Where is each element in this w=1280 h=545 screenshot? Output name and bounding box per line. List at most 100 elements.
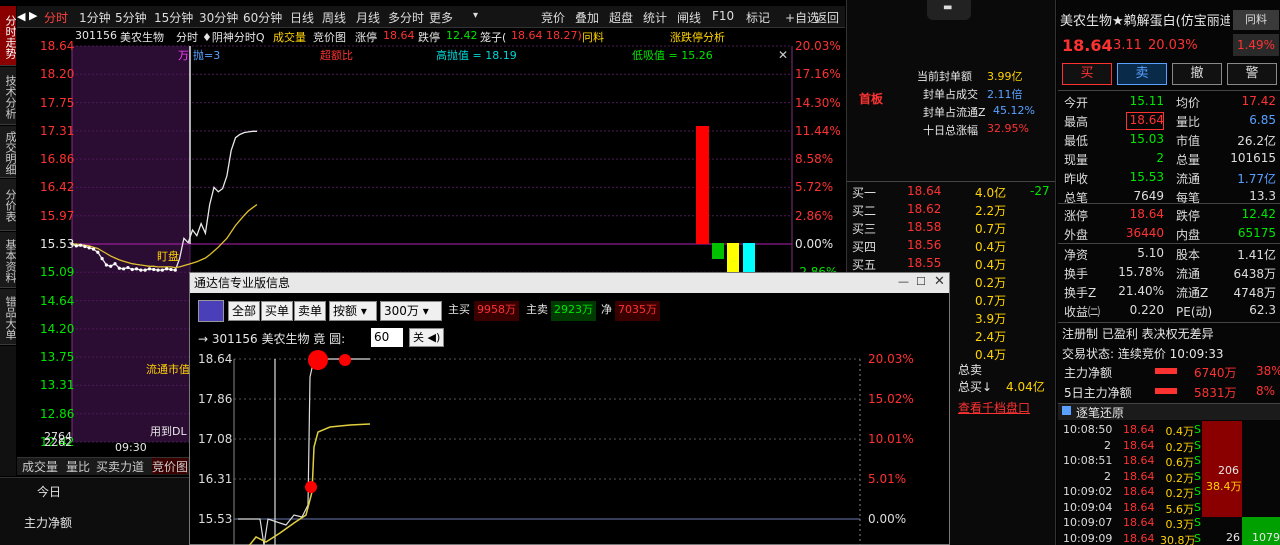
stat-value: 26.2亿 (1237, 134, 1276, 148)
left-tab-4[interactable]: 基本资料 (0, 232, 16, 288)
trade-button-2[interactable]: 撤 (1172, 63, 1222, 85)
cage-value-a: 18.64 (511, 29, 543, 42)
toolbar-period-2[interactable]: 5分钟 (115, 9, 147, 26)
left-tab-2[interactable]: 成交明细 (0, 126, 16, 178)
stat-label: 收益㈡ (1064, 305, 1101, 319)
tick-expand-icon[interactable] (1062, 406, 1071, 415)
toolbar-period-6[interactable]: 日线 (290, 9, 314, 26)
toolbar-period-4[interactable]: 30分钟 (199, 9, 238, 26)
filter-all-button[interactable]: 全部 (228, 301, 261, 321)
toolbar-action-8[interactable]: 返回 (815, 9, 839, 26)
excess-ratio-label: 超额比 (320, 49, 353, 62)
close-icon[interactable]: ✕ (934, 274, 945, 289)
left-tab-3[interactable]: 分价表 (0, 179, 16, 231)
tick-bar-count-b: 26 (1226, 531, 1240, 544)
seal-amount-value: 3.99亿 (987, 70, 1023, 83)
toolbar-action-5[interactable]: F10 (712, 9, 734, 23)
auction-chart-label[interactable]: 竞价图 (313, 29, 346, 45)
tab-buy-sell-force[interactable]: 买卖力道 (96, 458, 144, 474)
stat-value: 5.10 (1137, 246, 1164, 260)
toolbar-period-1[interactable]: 1分钟 (79, 9, 111, 26)
y-tick-label: 14.20 (40, 321, 75, 336)
trade-button-3[interactable]: 警 (1227, 63, 1277, 85)
limit-analysis-link[interactable]: 涨跌停分析 (670, 29, 725, 45)
left-arrow-icon[interactable]: ◀ (17, 10, 25, 23)
filter-sell-button[interactable]: 卖单 (294, 301, 327, 321)
amount-threshold-select[interactable]: 300万 ▾ (380, 301, 442, 321)
toolbar-action-2[interactable]: 超盘 (609, 9, 633, 26)
right-arrow-icon[interactable]: ▶ (29, 9, 37, 22)
big-order-bubble[interactable] (305, 481, 317, 493)
tick-time: 10:08:51 (1063, 454, 1113, 467)
tick-time: 2 (1104, 469, 1111, 483)
stat-value: 15.53 (1129, 170, 1164, 184)
circle-size-input[interactable]: 60 (371, 328, 403, 347)
minimize-icon[interactable]: — (898, 275, 909, 288)
toolbar-action-3[interactable]: 统计 (643, 9, 667, 26)
left-tab-1[interactable]: 技术分析 (0, 67, 16, 125)
tab-volume-ratio[interactable]: 量比 (66, 458, 90, 474)
toolbar-period-7[interactable]: 周线 (322, 9, 346, 26)
stat-label: 流通 (1176, 172, 1201, 186)
tick-time: 10:09:09 (1063, 531, 1113, 545)
stat-value: 1.41亿 (1237, 248, 1276, 262)
toolbar-action-6[interactable]: 标记 (746, 9, 770, 26)
tick-volume: 30.8万 (1160, 533, 1196, 545)
left-tab-5[interactable]: 错品大单 (0, 289, 16, 345)
sound-toggle-button[interactable]: 关 ◀) (409, 328, 445, 347)
price-point (104, 263, 109, 267)
filter-buy-button[interactable]: 买单 (261, 301, 294, 321)
buy-total-value: 4.04亿 (1006, 380, 1045, 394)
book-level-volume: 2.2万 (975, 204, 1007, 218)
maximize-icon[interactable]: ☐ (916, 275, 926, 288)
view-depth-link[interactable]: 查看千档盘口 (958, 399, 1030, 416)
divider (847, 181, 1055, 182)
tick-side: S (1194, 469, 1201, 483)
big-order-bubble[interactable] (308, 350, 328, 370)
price-point (100, 257, 104, 261)
price-point (113, 262, 117, 266)
toolbar-period-5[interactable]: 60分钟 (243, 9, 282, 26)
toolbar-action-0[interactable]: 竞价 (541, 9, 565, 26)
tick-volume: 0.2万 (1165, 487, 1195, 500)
chevron-up-icon[interactable]: ▬ (943, 2, 952, 13)
toolbar-period-3[interactable]: 15分钟 (154, 9, 193, 26)
listing-info: 注册制 已盈利 表决权无差异 (1062, 327, 1214, 341)
seal-amount-label: 当前封单额 (917, 70, 972, 83)
toolbar-period-0[interactable]: 分时 (44, 9, 68, 26)
tab-auction[interactable]: 竞价图 (152, 458, 189, 474)
popup-chart[interactable]: 18.64 20.03% 17.86 15.02% 17.08 10.01% 16.31 5.… (190, 347, 949, 545)
toolbar-action-7[interactable]: +自选 (785, 9, 819, 26)
volume-label[interactable]: 成交量 (273, 29, 306, 45)
book-level-volume: 0.4万 (975, 240, 1007, 254)
trade-button-0[interactable]: 买 (1062, 63, 1112, 85)
left-tab-0[interactable]: 分时走势 (0, 6, 16, 66)
toolbar-action-1[interactable]: 叠加 (575, 9, 599, 26)
trade-button-1[interactable]: 卖 (1117, 63, 1167, 85)
stat-value: 62.3 (1249, 303, 1276, 317)
toolbar-period-10[interactable]: 更多 (429, 9, 453, 26)
mode-label: 分时 (176, 31, 198, 44)
material-link[interactable]: 冋料 (582, 29, 604, 45)
divider (1058, 203, 1280, 204)
price-point (143, 268, 147, 272)
indicator-label[interactable]: ♦阴神分时Q (202, 29, 265, 45)
toolbar-period-8[interactable]: 月线 (356, 9, 380, 26)
seal-float-label: 封单占流通Z (923, 106, 986, 119)
y-tick-label: 16.86 (40, 152, 75, 167)
y-tick-label: 18.64 (40, 39, 75, 53)
close-icon[interactable]: ✕ (778, 48, 788, 62)
big-order-bubble[interactable] (339, 354, 351, 366)
toolbar-action-4[interactable]: 闸线 (677, 9, 701, 26)
toolbar-period-9[interactable]: 多分时 (388, 9, 424, 26)
popup-title[interactable]: 通达信专业版信息 (190, 273, 949, 293)
sort-mode-select[interactable]: 按额 ▾ (329, 301, 377, 321)
tab-volume[interactable]: 成交量 (22, 458, 58, 474)
bottom-left-panel (0, 477, 190, 545)
stat-label: 外盘 (1064, 228, 1089, 242)
main-sell-value: 2923万 (551, 301, 596, 321)
chevron-down-icon[interactable]: ▾ (473, 10, 478, 21)
grid-view-icon[interactable] (198, 300, 224, 322)
price-point (139, 268, 143, 272)
material-tag[interactable]: 冋料 (1233, 10, 1279, 30)
